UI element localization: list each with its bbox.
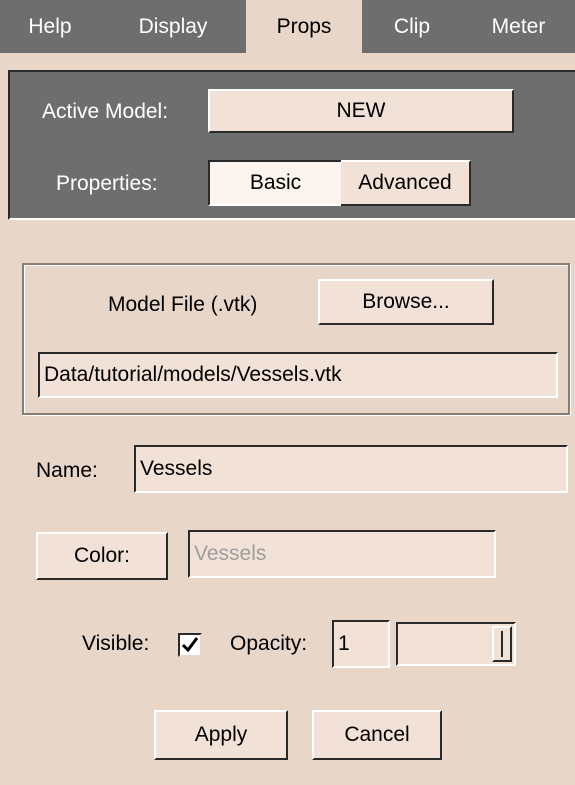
- tab-display[interactable]: Display: [100, 0, 246, 53]
- name-input[interactable]: Vessels: [134, 445, 568, 493]
- props-window: Help Display Props Clip Meter Active Mod…: [0, 0, 575, 785]
- tab-props[interactable]: Props: [246, 0, 362, 53]
- color-button[interactable]: Color:: [36, 532, 168, 580]
- properties-label: Properties:: [56, 172, 158, 195]
- browse-button[interactable]: Browse...: [318, 279, 494, 325]
- opacity-slider[interactable]: [396, 622, 516, 666]
- model-file-label: Model File (.vtk): [108, 293, 258, 316]
- tab-meter[interactable]: Meter: [462, 0, 575, 53]
- name-label: Name:: [36, 459, 98, 482]
- opacity-input[interactable]: 1: [332, 620, 390, 668]
- tab-bar: Help Display Props Clip Meter: [0, 0, 575, 53]
- opacity-slider-thumb[interactable]: [492, 626, 512, 662]
- cancel-button[interactable]: Cancel: [312, 710, 442, 760]
- tab-help[interactable]: Help: [0, 0, 100, 53]
- tab-clip[interactable]: Clip: [362, 0, 462, 53]
- active-model-button[interactable]: NEW: [208, 89, 514, 133]
- apply-button[interactable]: Apply: [154, 710, 288, 760]
- visible-checkbox[interactable]: [178, 633, 202, 657]
- color-name-display: Vessels: [188, 530, 496, 578]
- model-file-path-input[interactable]: Data/tutorial/models/Vessels.vtk: [38, 352, 558, 398]
- opacity-label: Opacity:: [230, 632, 308, 655]
- model-selection-panel: Active Model: NEW Properties: Basic Adva…: [8, 70, 575, 220]
- properties-advanced-option[interactable]: Advanced: [341, 160, 471, 206]
- checkmark-icon: [181, 637, 199, 653]
- properties-basic-option[interactable]: Basic: [208, 160, 341, 206]
- active-model-label: Active Model:: [42, 100, 169, 123]
- visible-label: Visible:: [82, 632, 150, 655]
